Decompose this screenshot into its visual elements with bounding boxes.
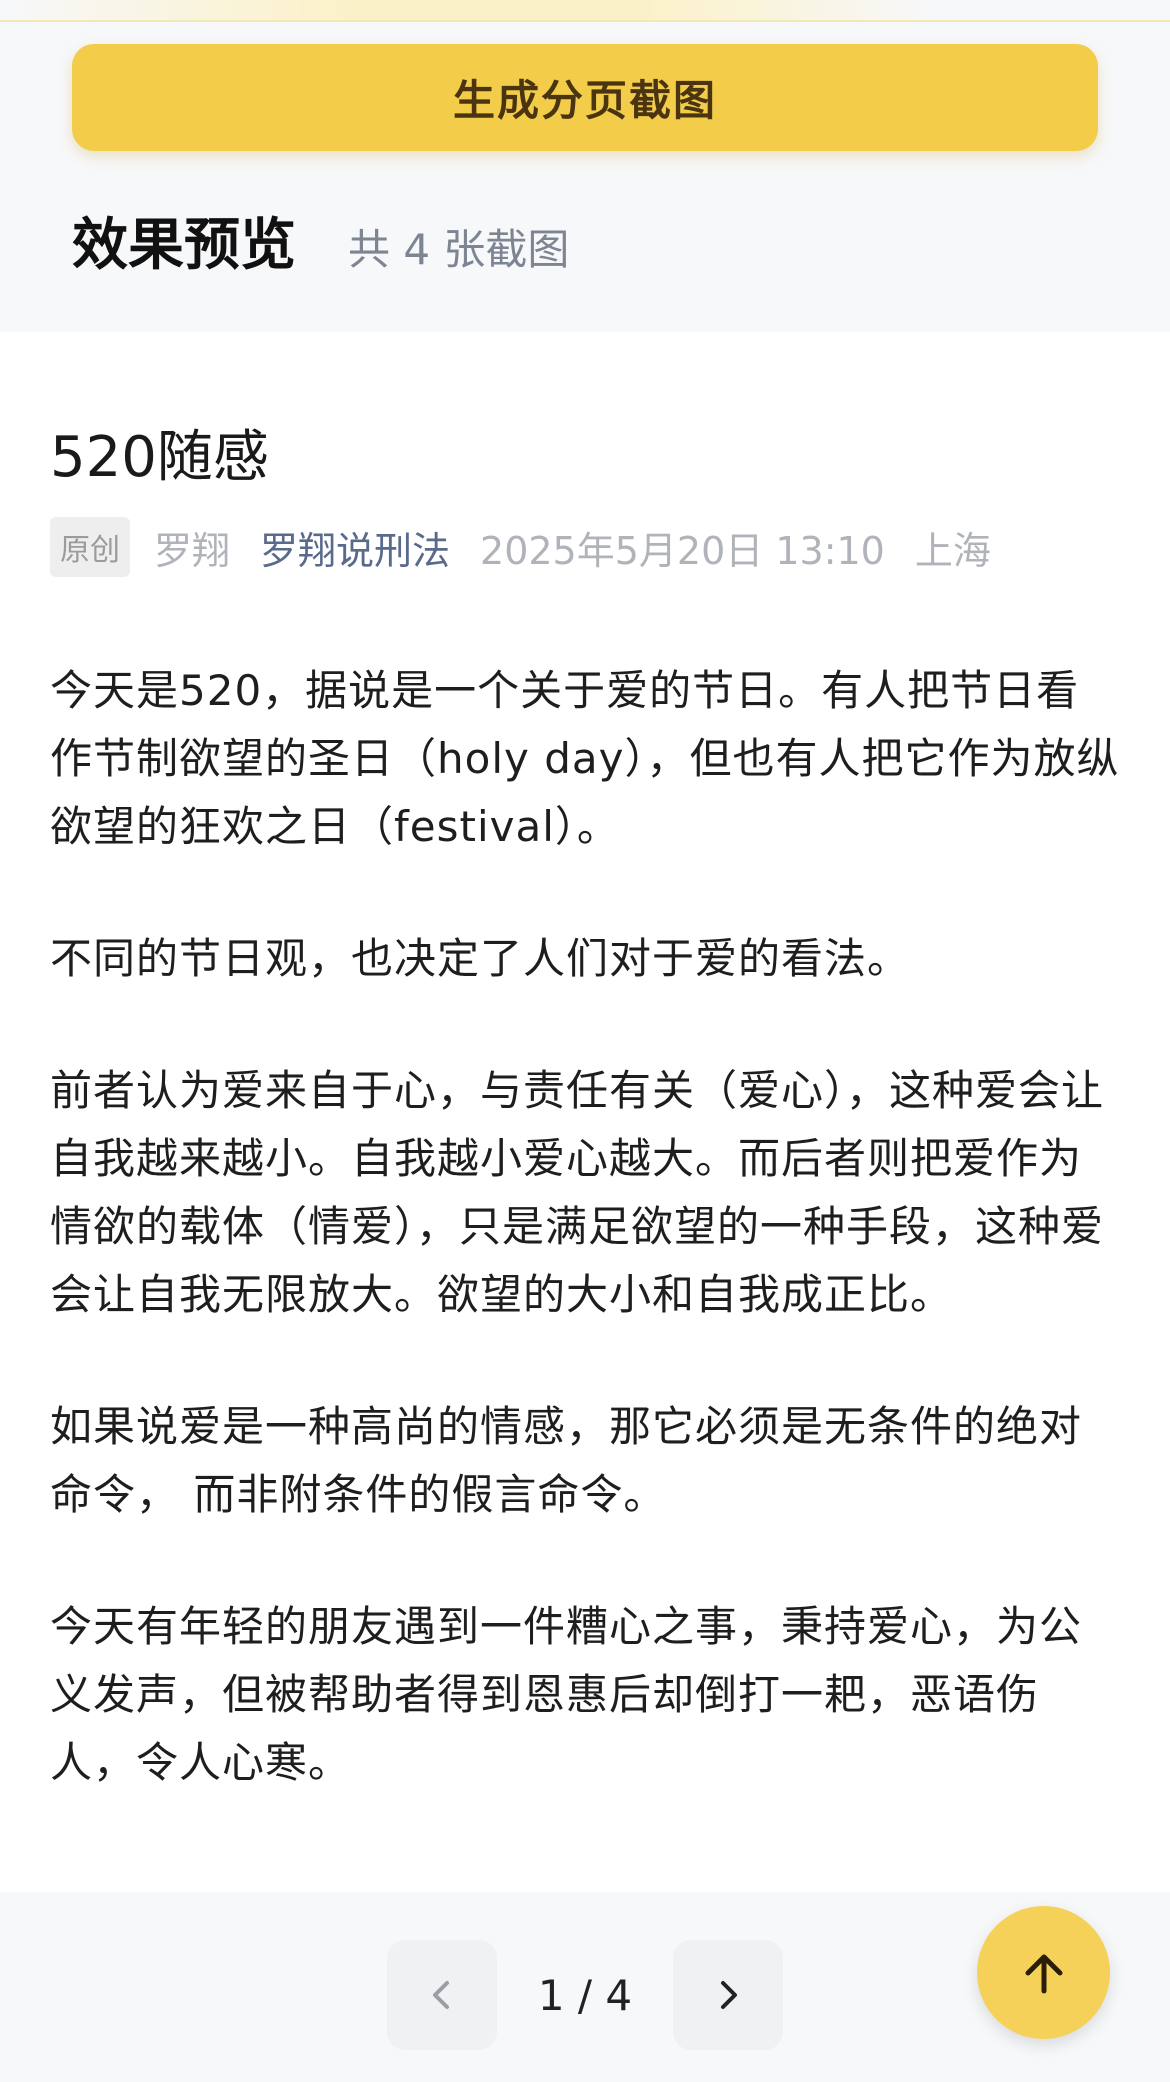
top-progress-strip [0,0,1170,22]
screenshot-count: 共 4 张截图 [348,225,570,274]
page-indicator: 1 / 4 [537,1970,633,2020]
preview-title: 效果预览 [72,213,296,278]
account-link[interactable]: 罗翔说刑法 [260,520,450,575]
publish-date: 2025年5月20日 13:10 [480,528,885,573]
next-page-button[interactable] [673,1940,783,2050]
preview-header: 效果预览 共 4 张截图 [72,200,569,284]
publish-location: 上海 [914,528,991,573]
arrow-up-icon [1025,1954,1062,1993]
article-preview-card: 520随感 原创 罗翔 罗翔说刑法 2025年5月20日 13:10 上海 今天… [0,332,1170,1892]
paragraph: 前者认为爱来自于心，与责任有关（爱心），这种爱会让自我越来越小。自我越小爱心越大… [50,1066,1105,1319]
scroll-to-top-button[interactable] [977,1906,1110,2039]
chevron-left-icon [433,1981,449,2009]
paragraph: 今天有年轻的朋友遇到一件糟心之事，秉持爱心，为公义发声，但被帮助者得到恩惠后却倒… [50,1602,1083,1787]
article-meta: 原创 罗翔 罗翔说刑法 2025年5月20日 13:10 上海 [50,517,991,577]
chevron-right-icon [721,1981,737,2009]
generate-screenshots-button[interactable]: 生成分页截图 [72,44,1098,151]
article-title: 520随感 [50,425,269,490]
prev-page-button[interactable] [387,1940,497,2050]
paragraph: 不同的节日观，也决定了人们对于爱的看法。 [50,934,911,983]
paragraph: 如果说爱是一种高尚的情感，那它必须是无条件的绝对命令， 而非附条件的假言命令。 [50,1402,1083,1519]
paragraph: 今天是520，据说是一个关于爱的节日。有人把节日看作节制欲望的圣日（holy d… [50,666,1120,851]
article-body: 今天是520，据说是一个关于爱的节日。有人把节日看作节制欲望的圣日（holy d… [50,657,1120,1861]
author-name: 罗翔 [154,528,231,573]
original-badge: 原创 [50,517,130,577]
